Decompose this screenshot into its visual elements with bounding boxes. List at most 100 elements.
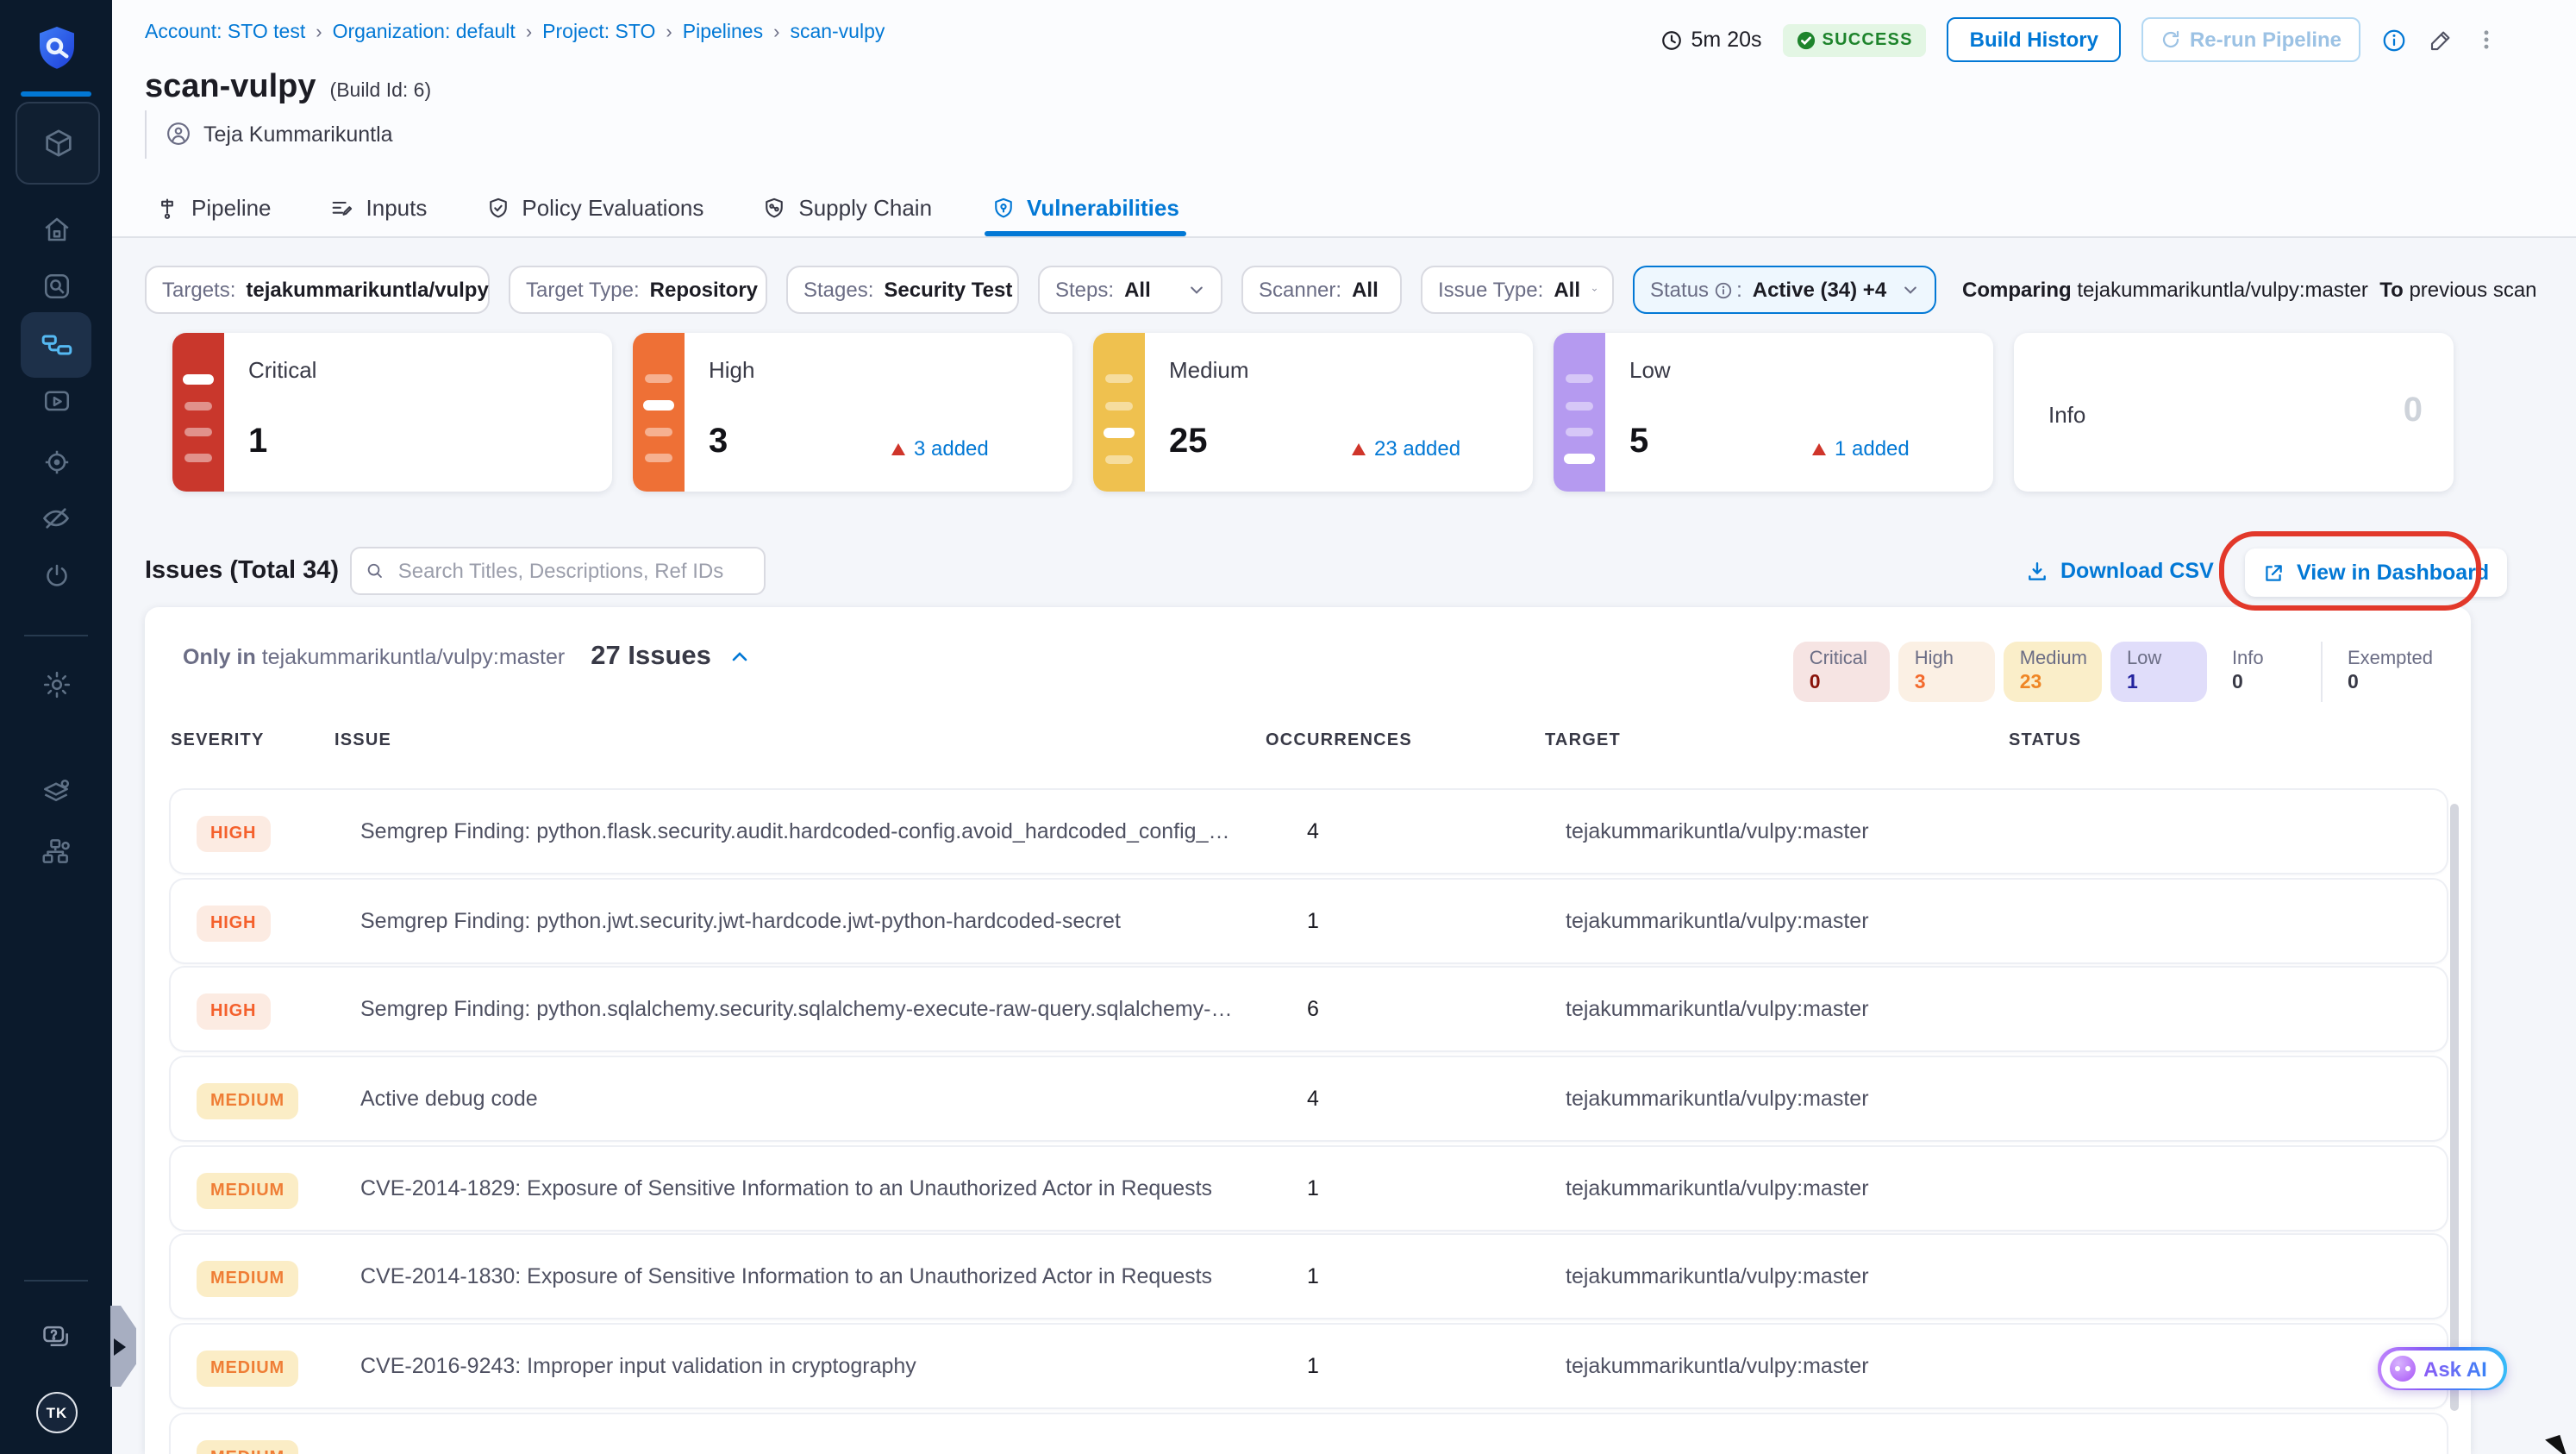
module-selector[interactable] [16,102,100,185]
issues-panel: Only in tejakummarikuntla/vulpy:master 2… [145,607,2471,1454]
table-row[interactable]: HIGH Semgrep Finding: python.flask.secur… [171,790,2447,873]
target-value: tejakummarikuntla/vulpy:master [1566,908,1869,933]
chip-info[interactable]: Info 0 [2216,642,2313,702]
high-bar [633,333,685,492]
external-link-icon [2266,564,2282,580]
harness-sto-logo[interactable] [0,22,112,74]
info-icon[interactable] [2381,27,2407,53]
severity-card-count: 3 [709,423,728,461]
table-row[interactable]: MEDIUM CVE-2016-9243: Improper input val… [171,1325,2447,1408]
download-csv-button[interactable]: Download CSV [2026,559,2214,583]
chevron-up-icon[interactable] [730,647,751,667]
sidebar-item-default-settings[interactable] [0,776,112,809]
edit-pencil-icon[interactable] [2428,27,2454,53]
breadcrumb-separator: › [773,22,780,43]
play-box-icon [43,391,69,411]
rerun-pipeline-button[interactable]: Re-run Pipeline [2141,17,2360,62]
info-icon [1715,281,1732,298]
severity-card-critical[interactable]: Critical 1 [172,333,612,492]
sidebar-item-exemptions[interactable] [0,502,112,535]
tab-inputs[interactable]: Inputs [330,179,427,236]
build-history-button[interactable]: Build History [1947,17,2121,62]
tab-supply-chain[interactable]: Supply Chain [762,179,932,236]
occurrences-value: 6 [1307,997,1319,1022]
build-duration: 5m 20s [1660,28,1762,52]
policy-shield-check-icon [489,197,507,217]
filter-targets[interactable]: Targets: tejakummarikuntla/vulpy [145,266,490,314]
sidebar-item-executions[interactable] [0,386,112,417]
gear-icon [42,671,70,699]
status-badge: SUCCESS [1782,23,1927,56]
table-row[interactable]: MEDIUM [171,1413,2447,1454]
sidebar-item-targets[interactable] [0,447,112,478]
user-avatar[interactable]: TK [36,1392,78,1433]
inputs-tab-icon [333,200,353,215]
scan-search-icon [43,273,69,299]
chip-critical[interactable]: Critical 0 [1793,642,1891,702]
breadcrumb-separator: › [525,22,533,43]
added-indicator: 1 added [1812,436,1910,461]
target-value: tejakummarikuntla/vulpy:master [1566,819,1869,843]
sidebar-item-organization-settings[interactable] [0,835,112,868]
home-icon [44,217,68,241]
ask-ai-button[interactable]: Ask AI [2378,1347,2507,1390]
breadcrumb-pipeline-name[interactable]: scan-vulpy [790,22,885,43]
table-row[interactable]: HIGH Semgrep Finding: python.sqlalchemy.… [171,968,2447,1051]
column-severity: SEVERITY [171,731,265,750]
chip-low[interactable]: Low 1 [2110,642,2208,702]
issues-search [350,547,766,595]
severity-card-info[interactable]: Info 0 [2014,333,2454,492]
table-scrollbar[interactable] [2450,804,2459,1411]
table-row[interactable]: MEDIUM Active debug code 4 tejakummariku… [171,1057,2447,1141]
breadcrumb-account[interactable]: Account: STO test [145,22,305,43]
chip-exempted[interactable]: Exempted 0 [2332,642,2448,702]
page-title: scan-vulpy [145,69,316,105]
triangle-up-icon [1812,442,1826,454]
sidebar-item-settings[interactable] [0,669,112,700]
severity-badge: MEDIUM [197,1351,298,1388]
breadcrumb-project[interactable]: Project: STO [542,22,655,43]
severity-card-low[interactable]: Low 5 1 added [1554,333,1993,492]
severity-badge: HIGH [197,816,271,852]
filter-steps[interactable]: Steps: All [1038,266,1222,314]
occurrences-value: 1 [1307,1175,1319,1200]
view-in-dashboard-button[interactable]: View in Dashboard [2245,548,2507,597]
severity-badge: HIGH [197,905,271,942]
table-row[interactable]: HIGH Semgrep Finding: python.jwt.securit… [171,879,2447,962]
filter-target-type[interactable]: Target Type: Repository [509,266,767,314]
filter-scanner[interactable]: Scanner: All [1241,266,1402,314]
table-row[interactable]: MEDIUM CVE-2014-1830: Exposure of Sensit… [171,1235,2447,1319]
sidebar-expand-handle[interactable] [110,1306,136,1387]
search-input[interactable] [394,557,750,585]
breadcrumb-pipelines[interactable]: Pipelines [683,22,763,43]
severity-card-count: 25 [1169,423,1208,461]
tab-policy-evaluations[interactable]: Policy Evaluations [485,179,703,236]
clock-icon [1661,30,1681,49]
sidebar-item-help[interactable] [0,1321,112,1354]
target-value: tejakummarikuntla/vulpy:master [1566,1354,1869,1379]
tab-pipeline[interactable]: Pipeline [155,179,272,236]
chip-high[interactable]: High 3 [1898,642,1996,702]
sidebar-item-overview[interactable] [0,271,112,302]
pipeline-flow-icon [41,335,72,355]
sidebar-item-baselines[interactable] [0,561,112,592]
severity-card-label: Low [1629,357,1671,383]
filter-status[interactable]: Status : Active (34) +4 [1633,266,1936,314]
breadcrumb-org[interactable]: Organization: default [333,22,516,43]
severity-card-label: Critical [248,357,317,383]
column-issue: ISSUE [335,731,392,750]
filter-stages[interactable]: Stages: Security Test [786,266,1019,314]
table-row[interactable]: MEDIUM CVE-2014-1829: Exposure of Sensit… [171,1146,2447,1230]
breadcrumb-separator: › [666,22,672,43]
severity-card-label: Info [2048,402,2086,428]
tab-vulnerabilities[interactable]: Vulnerabilities [984,179,1187,236]
severity-card-medium[interactable]: Medium 25 23 added [1093,333,1533,492]
chip-medium[interactable]: Medium 23 [2004,642,2103,702]
filter-issue-type[interactable]: Issue Type: All [1421,266,1614,314]
severity-card-high[interactable]: High 3 3 added [633,333,1072,492]
build-author: Teja Kummarikuntla [166,121,393,147]
occurrences-value: 1 [1307,1354,1319,1379]
sidebar-item-home[interactable] [0,214,112,245]
kebab-menu-icon[interactable] [2474,28,2498,52]
sidebar-item-pipelines[interactable] [21,312,91,378]
